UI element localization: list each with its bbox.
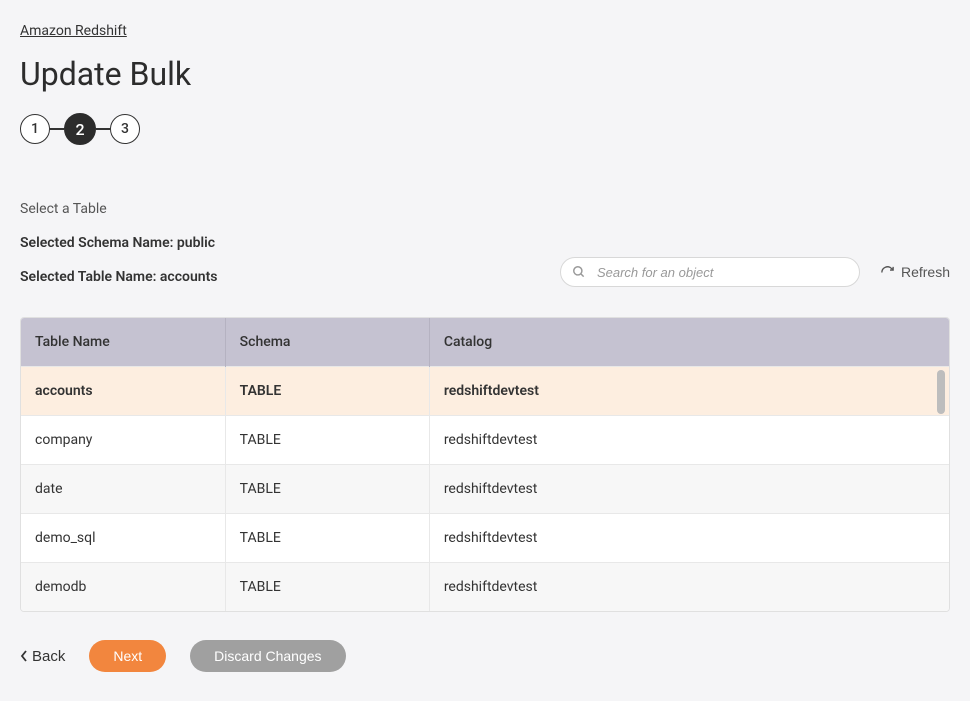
cell-schema: TABLE — [225, 465, 429, 514]
cell-catalog: redshiftdevtest — [429, 514, 949, 563]
step-connector — [50, 128, 64, 130]
cell-name: demodb — [21, 563, 225, 612]
table-row[interactable]: demo_sqlTABLEredshiftdevtest — [21, 514, 949, 563]
col-header-name[interactable]: Table Name — [21, 318, 225, 367]
cell-schema: TABLE — [225, 514, 429, 563]
breadcrumb[interactable]: Amazon Redshift — [20, 23, 127, 39]
step-3[interactable]: 3 — [110, 114, 140, 144]
scrollbar-thumb[interactable] — [937, 370, 945, 414]
cell-catalog: redshiftdevtest — [429, 465, 949, 514]
table-row[interactable]: companyTABLEredshiftdevtest — [21, 416, 949, 465]
table-row[interactable]: accountsTABLEredshiftdevtest — [21, 367, 949, 416]
page-title: Update Bulk — [20, 55, 950, 93]
step-1[interactable]: 1 — [20, 114, 50, 144]
table-row[interactable]: dateTABLEredshiftdevtest — [21, 465, 949, 514]
cell-schema: TABLE — [225, 416, 429, 465]
chevron-left-icon — [20, 650, 28, 662]
search-input[interactable] — [560, 257, 860, 287]
search-icon — [572, 265, 586, 279]
cell-catalog: redshiftdevtest — [429, 416, 949, 465]
table-row[interactable]: demodbTABLEredshiftdevtest — [21, 563, 949, 612]
refresh-button[interactable]: Refresh — [880, 264, 950, 280]
cell-catalog: redshiftdevtest — [429, 563, 949, 612]
cell-catalog: redshiftdevtest — [429, 367, 949, 416]
step-connector — [96, 128, 110, 130]
selected-schema-label: Selected Schema Name: public — [20, 235, 950, 251]
tables-table: Table Name Schema Catalog accountsTABLEr… — [21, 318, 949, 611]
section-label: Select a Table — [20, 201, 950, 217]
cell-schema: TABLE — [225, 367, 429, 416]
stepper: 1 2 3 — [20, 113, 950, 145]
next-button[interactable]: Next — [89, 640, 166, 672]
discard-button[interactable]: Discard Changes — [190, 640, 345, 672]
table-container: Table Name Schema Catalog accountsTABLEr… — [20, 317, 950, 612]
col-header-schema[interactable]: Schema — [225, 318, 429, 367]
col-header-catalog[interactable]: Catalog — [429, 318, 949, 367]
cell-schema: TABLE — [225, 563, 429, 612]
cell-name: accounts — [21, 367, 225, 416]
back-label: Back — [32, 648, 65, 665]
step-2[interactable]: 2 — [64, 113, 96, 145]
footer-actions: Back Next Discard Changes — [20, 640, 950, 672]
cell-name: demo_sql — [21, 514, 225, 563]
scrollbar[interactable] — [935, 370, 947, 609]
cell-name: date — [21, 465, 225, 514]
refresh-label: Refresh — [901, 264, 950, 280]
search-wrapper — [560, 257, 860, 287]
back-button[interactable]: Back — [20, 648, 65, 665]
cell-name: company — [21, 416, 225, 465]
refresh-icon — [880, 265, 895, 280]
